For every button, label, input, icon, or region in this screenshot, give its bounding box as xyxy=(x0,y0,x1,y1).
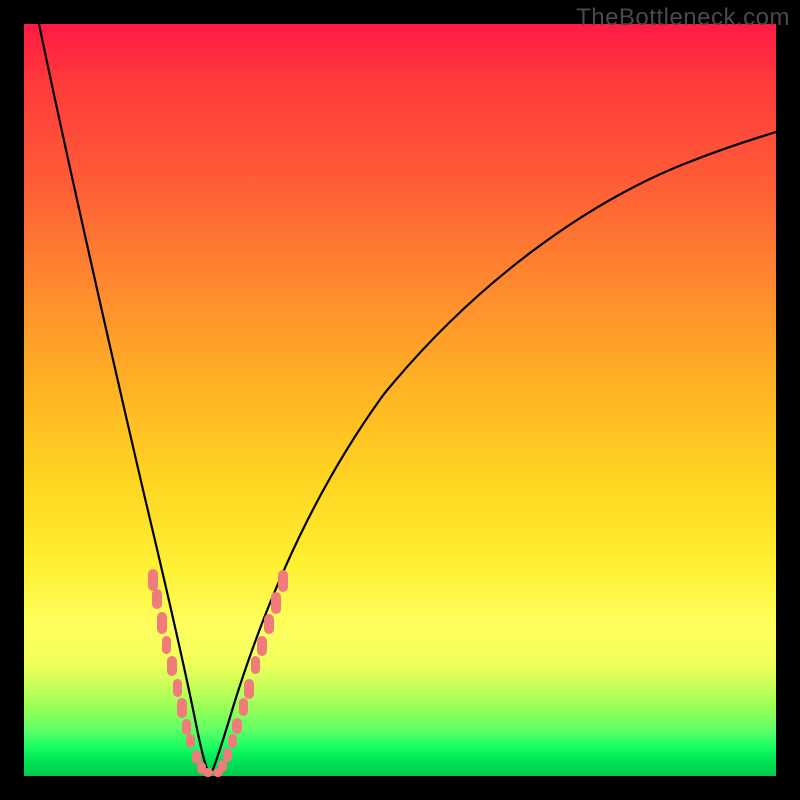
watermark-text: TheBottleneck.com xyxy=(576,4,790,32)
curve-right-branch xyxy=(210,132,776,776)
beads-right xyxy=(213,570,288,777)
outer-frame: TheBottleneck.com xyxy=(0,0,800,800)
beads-left xyxy=(148,569,213,777)
curve-left-branch xyxy=(39,24,210,776)
curve-layer xyxy=(24,24,776,776)
plot-area xyxy=(24,24,776,776)
